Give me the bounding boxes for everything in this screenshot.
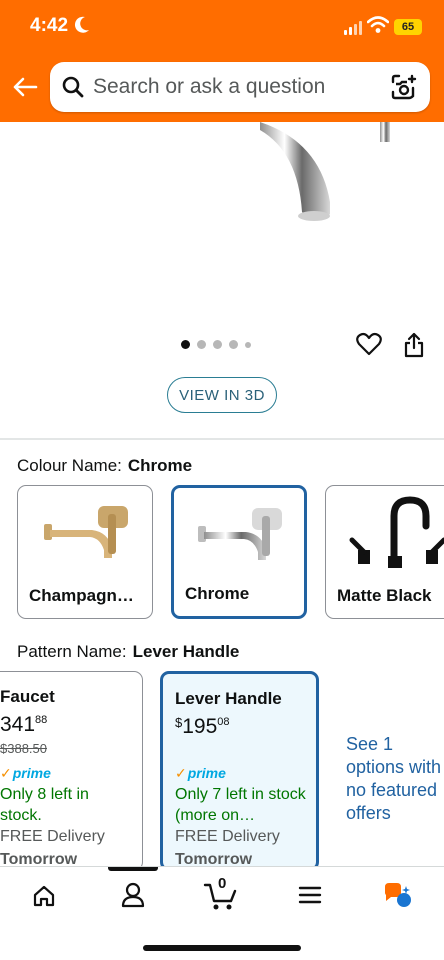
cellular-signal-icon bbox=[344, 21, 362, 35]
pager-dot[interactable] bbox=[245, 341, 251, 348]
home-indicator bbox=[143, 945, 301, 951]
list-price: $388.50 bbox=[0, 741, 47, 756]
pager-dot[interactable] bbox=[181, 340, 190, 349]
pattern-label: Pattern Name: Lever Handle bbox=[17, 642, 239, 662]
colour-option-matte-black[interactable]: Matte Black bbox=[325, 485, 444, 619]
heart-icon[interactable] bbox=[356, 332, 382, 356]
delivery-text: FREE Delivery bbox=[175, 828, 280, 845]
colour-label: Colour Name: Chrome bbox=[17, 456, 192, 476]
stock-status: Only 7 left in stock (more on… bbox=[175, 786, 306, 824]
colour-option-champagne[interactable]: Champagn… bbox=[17, 485, 153, 619]
moon-icon bbox=[74, 16, 89, 33]
price: 34188 bbox=[0, 713, 47, 737]
pager-dot[interactable] bbox=[213, 340, 222, 349]
colour-option-label: Champagn… bbox=[29, 586, 134, 605]
price-whole: 341 bbox=[0, 713, 36, 736]
share-icon[interactable] bbox=[403, 332, 425, 358]
price-fraction: 88 bbox=[35, 714, 48, 726]
pattern-option-title: Faucet bbox=[0, 687, 55, 706]
status-time: 4:42 bbox=[30, 15, 69, 36]
pager-dot[interactable] bbox=[229, 340, 238, 349]
search-icon bbox=[62, 76, 84, 98]
colour-option-label: Chrome bbox=[185, 584, 250, 603]
image-pager[interactable] bbox=[181, 340, 251, 349]
prime-badge: ✓prime bbox=[0, 765, 51, 782]
profile-icon[interactable] bbox=[121, 882, 145, 908]
pattern-selected-value: Lever Handle bbox=[132, 642, 240, 661]
pager-dot[interactable] bbox=[197, 340, 206, 349]
wifi-icon bbox=[367, 16, 389, 33]
menu-icon[interactable] bbox=[298, 885, 322, 905]
rufus-assistant-icon[interactable] bbox=[383, 881, 413, 909]
colour-option-chrome[interactable]: Chrome bbox=[171, 485, 307, 619]
stock-status: Only 8 left in stock. bbox=[0, 786, 89, 824]
search-input[interactable] bbox=[93, 62, 383, 112]
view-in-3d-button[interactable]: VIEW IN 3D bbox=[167, 377, 277, 413]
colour-selected-value: Chrome bbox=[127, 456, 193, 475]
delivery-text: FREE Delivery bbox=[0, 828, 105, 845]
cart-icon[interactable] bbox=[203, 881, 239, 911]
see-other-offers-link[interactable]: See 1 options with no featured offers bbox=[346, 733, 444, 825]
pattern-label-text: Pattern Name: bbox=[17, 642, 127, 661]
product-image[interactable] bbox=[230, 122, 410, 232]
search-bar[interactable] bbox=[50, 62, 430, 112]
product-thumbnail bbox=[198, 508, 282, 560]
header-bar: 4:42 65 bbox=[0, 0, 444, 122]
pattern-option-faucet[interactable]: Faucet 34188 $388.50 ✓prime Only 8 left … bbox=[0, 671, 143, 871]
battery-level: 65 bbox=[401, 21, 415, 33]
pattern-option-lever-handle[interactable]: Lever Handle $19508 ✓prime Only 7 left i… bbox=[160, 671, 319, 871]
prime-label: prime bbox=[187, 765, 226, 781]
prime-check-icon: ✓ bbox=[0, 765, 12, 781]
prime-check-icon: ✓ bbox=[175, 765, 187, 781]
prime-label: prime bbox=[12, 765, 51, 781]
pattern-option-title: Lever Handle bbox=[175, 689, 282, 708]
product-thumbnail bbox=[44, 506, 128, 558]
prime-badge: ✓prime bbox=[175, 765, 226, 782]
camera-lens-icon[interactable] bbox=[391, 74, 417, 100]
product-thumbnail bbox=[349, 496, 444, 568]
back-arrow-icon[interactable] bbox=[12, 74, 38, 100]
price-whole: 195 bbox=[182, 715, 218, 738]
active-tab-indicator bbox=[108, 867, 158, 871]
price-fraction: 08 bbox=[217, 716, 230, 728]
colour-option-label: Matte Black bbox=[337, 586, 432, 605]
colour-label-text: Colour Name: bbox=[17, 456, 122, 475]
price: $19508 bbox=[175, 715, 230, 739]
battery-icon: 65 bbox=[394, 19, 422, 35]
divider bbox=[0, 438, 444, 440]
home-icon[interactable] bbox=[32, 885, 56, 907]
